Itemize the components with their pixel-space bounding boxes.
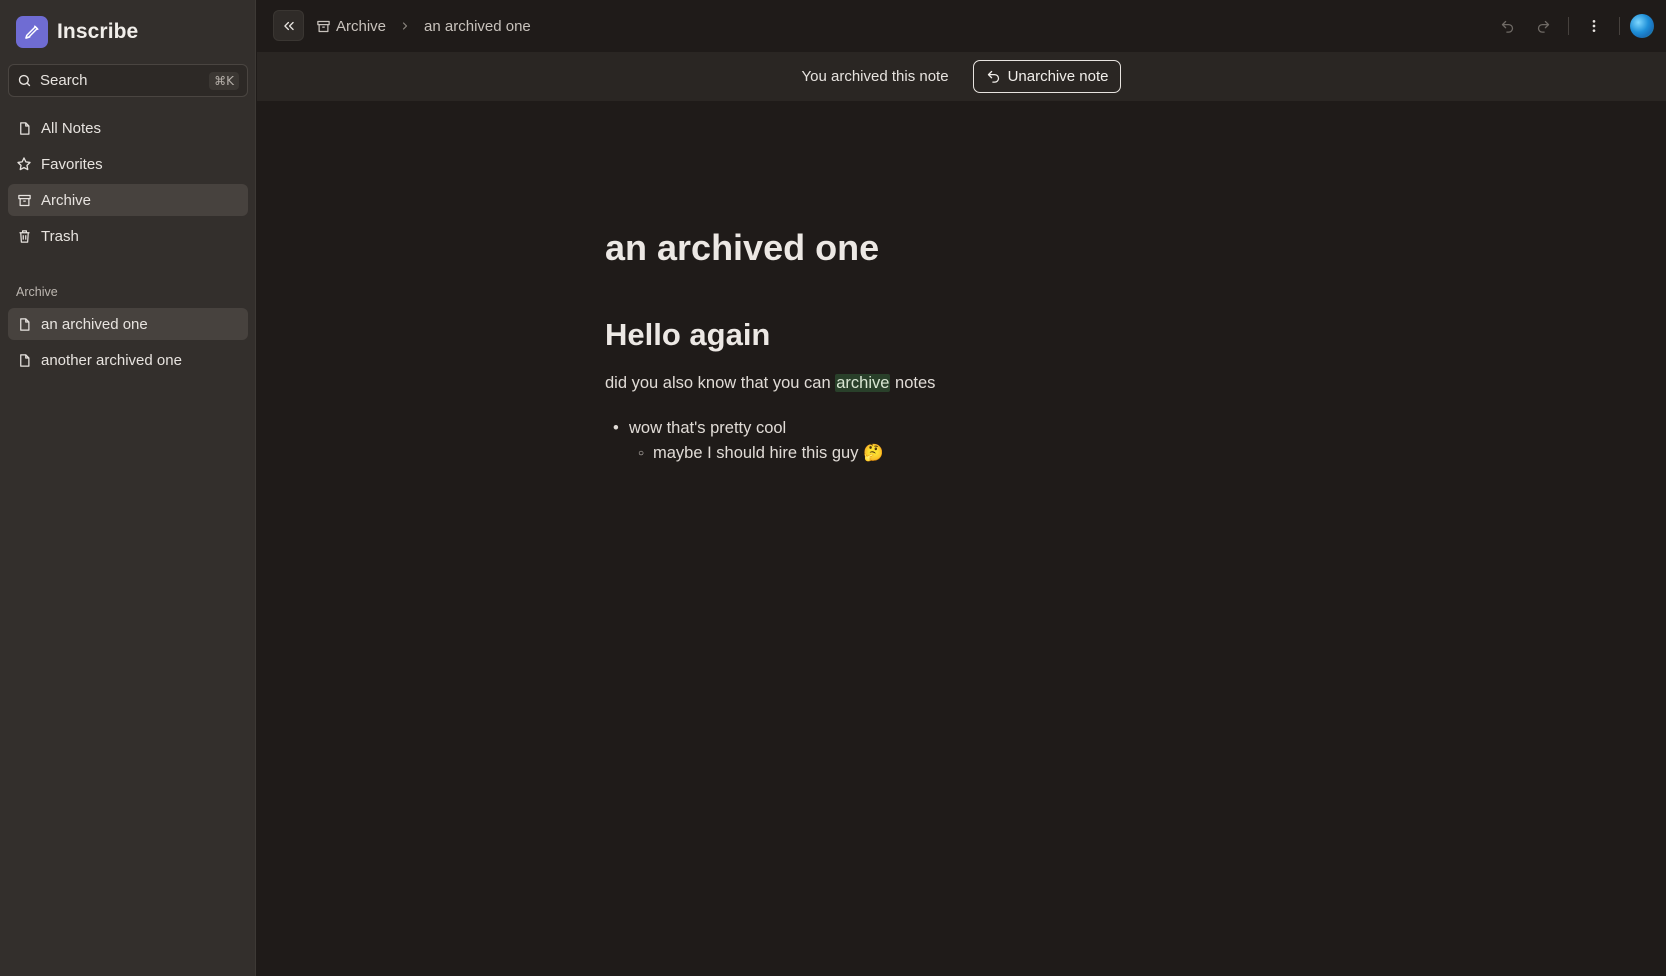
vertical-dots-icon	[1586, 18, 1602, 34]
note-title[interactable]: an archived one	[605, 220, 1405, 276]
nav-label: Trash	[41, 227, 79, 245]
note-heading[interactable]: Hello again	[605, 312, 1405, 358]
archive-icon	[316, 19, 331, 34]
redo-icon	[1536, 19, 1551, 34]
chevrons-left-icon	[282, 19, 296, 33]
brand[interactable]: Inscribe	[16, 16, 138, 48]
bullet-list: wow that's pretty cool maybe I should hi…	[605, 416, 1405, 466]
paragraph-text: notes	[890, 374, 936, 392]
breadcrumb-parent: Archive	[336, 17, 387, 35]
app-name: Inscribe	[57, 20, 139, 43]
nav-label: All Notes	[41, 119, 102, 137]
list-item-note[interactable]: another archived one	[8, 344, 248, 376]
list-item-note[interactable]: an archived one	[8, 308, 248, 340]
nav-label: Archive	[41, 191, 92, 209]
search-shortcut: ⌘K	[209, 71, 239, 90]
sub-bullet-text: maybe I should hire this guy 🤔	[653, 444, 884, 462]
pen-logo-icon	[16, 16, 48, 48]
archived-notes-list: an archived one another archived one	[8, 308, 248, 380]
chevron-right-icon	[399, 20, 411, 32]
nested-list-container: maybe I should hire this guy 🤔	[605, 441, 1405, 466]
toolbar-divider	[1568, 17, 1569, 35]
note-label: another archived one	[41, 351, 182, 369]
redo-button[interactable]	[1528, 11, 1558, 41]
trash-icon	[16, 228, 32, 244]
note-paragraph[interactable]: did you also know that you can archive n…	[605, 370, 1405, 396]
unarchive-label: Unarchive note	[1007, 68, 1109, 85]
unarchive-button[interactable]: Unarchive note	[972, 60, 1122, 93]
more-options-button[interactable]	[1579, 11, 1609, 41]
list-item[interactable]: maybe I should hire this guy 🤔	[605, 441, 1405, 466]
archive-icon	[16, 192, 32, 208]
sidebar: Inscribe Search ⌘K All Notes Favorites A…	[0, 0, 256, 976]
file-icon	[16, 316, 32, 332]
note-editor[interactable]: an archived one Hello again did you also…	[605, 220, 1405, 466]
archived-message: You archived this note	[801, 68, 949, 85]
nav-label: Favorites	[41, 155, 103, 173]
search-icon	[17, 73, 32, 88]
archived-banner: You archived this note Unarchive note	[257, 52, 1666, 101]
file-icon	[16, 120, 32, 136]
avatar[interactable]	[1630, 14, 1654, 38]
nav-item-all-notes[interactable]: All Notes	[8, 112, 248, 144]
nav-item-archive[interactable]: Archive	[8, 184, 248, 216]
breadcrumb-current: an archived one	[424, 17, 531, 35]
main-nav: All Notes Favorites Archive Trash	[8, 112, 248, 256]
nav-item-trash[interactable]: Trash	[8, 220, 248, 252]
search-label: Search	[40, 72, 88, 89]
top-bar: Archive an archived one	[257, 0, 1666, 52]
undo-icon	[1500, 19, 1515, 34]
list-item[interactable]: wow that's pretty cool	[605, 416, 1405, 441]
search-input[interactable]: Search ⌘K	[8, 64, 248, 97]
note-label: an archived one	[41, 315, 148, 333]
paragraph-text: did you also know that you can	[605, 374, 836, 392]
collapse-sidebar-button[interactable]	[273, 10, 304, 41]
highlighted-text: archive	[835, 374, 891, 392]
file-icon	[16, 352, 32, 368]
top-actions	[1492, 10, 1654, 42]
star-icon	[16, 156, 32, 172]
nav-item-favorites[interactable]: Favorites	[8, 148, 248, 180]
breadcrumb-archive-link[interactable]: Archive	[316, 18, 386, 35]
undo-button[interactable]	[1492, 11, 1522, 41]
nested-bullet-list: maybe I should hire this guy 🤔	[605, 441, 1405, 466]
archive-section-label: Archive	[16, 285, 58, 299]
breadcrumb: Archive an archived one	[316, 15, 531, 37]
bullet-text: wow that's pretty cool	[629, 419, 787, 437]
undo-arrow-icon	[986, 69, 1001, 84]
toolbar-divider	[1619, 17, 1620, 35]
